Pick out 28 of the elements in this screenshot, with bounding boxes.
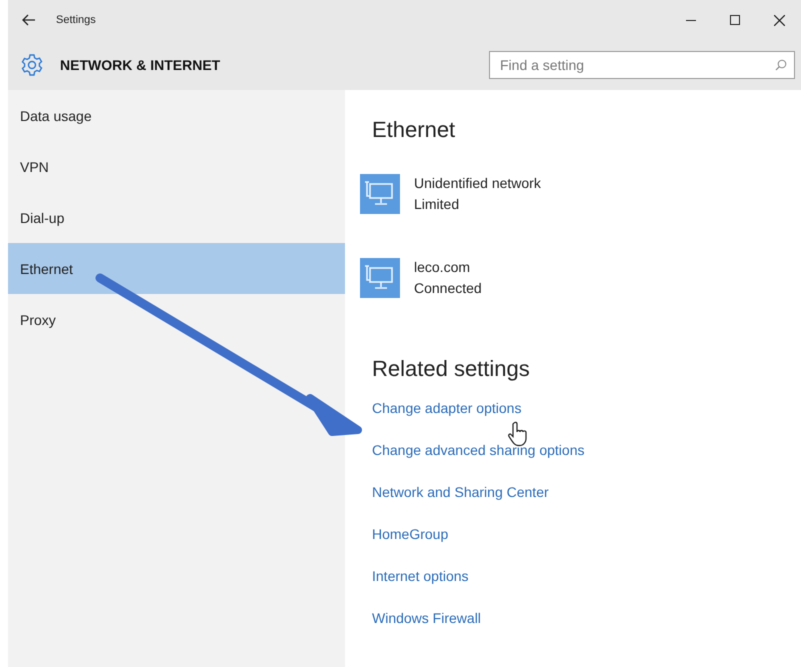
network-status: Limited <box>414 195 460 214</box>
settings-link[interactable]: Network and Sharing Center <box>372 482 549 502</box>
network-monitor-icon[interactable] <box>360 258 400 298</box>
settings-link[interactable]: HomeGroup <box>372 524 448 544</box>
sidebar-item[interactable]: Proxy <box>8 294 345 345</box>
network-name[interactable]: Unidentified network <box>414 173 541 194</box>
settings-link[interactable]: Windows Firewall <box>372 608 481 628</box>
maximize-icon <box>730 15 740 25</box>
section-title: NETWORK & INTERNET <box>60 57 222 73</box>
settings-link[interactable]: Change advanced sharing options <box>372 440 584 460</box>
window-title: Settings <box>56 14 97 26</box>
network-name[interactable]: leco.com <box>414 257 482 278</box>
section-heading: Ethernet <box>372 116 456 144</box>
sidebar-item[interactable]: Data usage <box>8 90 345 141</box>
network-status: Connected <box>414 279 482 298</box>
sidebar-item[interactable]: VPN <box>8 141 345 192</box>
pointer-cursor-icon <box>508 422 527 446</box>
gear-icon <box>20 53 44 77</box>
back-arrow-icon[interactable] <box>22 14 36 26</box>
settings-link[interactable]: Internet options <box>372 566 469 586</box>
sidebar-item[interactable]: Dial-up <box>8 192 345 243</box>
search-icon[interactable] <box>775 59 787 71</box>
search-field[interactable]: Find a setting <box>489 51 795 79</box>
sidebar-item[interactable]: Ethernet <box>8 243 345 294</box>
close-icon <box>774 14 784 26</box>
section-heading: Related settings <box>372 355 530 383</box>
network-monitor-icon[interactable] <box>360 174 400 214</box>
settings-link[interactable]: Change adapter options <box>372 398 522 418</box>
